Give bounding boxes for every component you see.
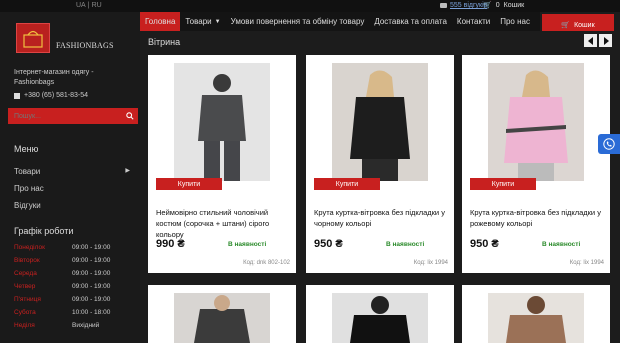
product-title[interactable]: Неймовірно стильний чоловічий костюм (со… [156, 207, 292, 240]
buy-button[interactable]: Купити [156, 178, 222, 190]
nav-label: Контакти [456, 17, 491, 26]
chevron-right-icon: ▶ [125, 168, 130, 174]
product-image[interactable] [174, 63, 270, 181]
schedule-hours: 09:00 - 19:00 [72, 270, 111, 277]
schedule-day: Субота [14, 309, 36, 316]
schedule-row: Четвер 09:00 - 19:00 [14, 283, 134, 290]
sidebar-item-label: Про нас [14, 184, 44, 193]
schedule-hours: 09:00 - 19:00 [72, 296, 111, 303]
tagline: Інтернет-магазин одягу - Fashionbags [14, 69, 94, 86]
nav-label: Товари [185, 17, 212, 26]
next-arrow-icon[interactable] [599, 34, 612, 47]
schedule-row: Понеділок 09:00 - 19:00 [14, 244, 134, 251]
sidebar-item-about[interactable]: Про нас [14, 184, 130, 193]
cart-icon: 🛒 [561, 22, 571, 29]
product-card[interactable] [462, 285, 610, 343]
language-switcher: UA | RU [76, 2, 102, 9]
callback-phone-icon[interactable] [598, 134, 620, 154]
nav-label: Умови повернення та обміну товару [230, 17, 365, 26]
reviews-link[interactable]: 555 відгуків [450, 2, 487, 9]
nav-label: Доставка та оплата [374, 17, 447, 26]
product-title[interactable]: Крута куртка-вітровка без підкладки у чо… [314, 207, 450, 229]
cart-button-label: Кошик [574, 21, 595, 29]
search-bar [8, 108, 138, 124]
product-card[interactable] [148, 285, 296, 343]
sidebar-item-label: Товари [14, 167, 41, 176]
schedule-row: Вівторок 09:00 - 19:00 [14, 257, 134, 264]
product-code: Код: lix 1994 [569, 260, 604, 266]
sidebar-item-label: Відгуки [14, 201, 41, 210]
sidebar-item-products[interactable]: Товари ▶ [14, 167, 130, 176]
schedule-day: Четвер [14, 283, 36, 290]
buy-button[interactable]: Купити [470, 178, 536, 190]
product-price: 950 ₴ [314, 238, 343, 250]
schedule-day: Середа [14, 270, 37, 277]
nav-about[interactable]: Про нас [495, 12, 535, 31]
product-card[interactable]: Купити Неймовірно стильний чоловічий кос… [148, 55, 296, 273]
schedule-hours: 10:00 - 18:00 [72, 309, 111, 316]
section-title: Вітрина [148, 37, 181, 47]
carousel-arrows [584, 34, 612, 47]
product-title[interactable]: Крута куртка-вітровка без підкладки у ро… [470, 207, 606, 229]
sidebar [0, 12, 140, 343]
logo[interactable] [16, 23, 50, 53]
nav-delivery[interactable]: Доставка та оплата [369, 12, 452, 31]
schedule-day: П'ятниця [14, 296, 41, 303]
search-input[interactable] [8, 112, 122, 120]
logo-icon [23, 30, 43, 48]
product-image[interactable] [488, 63, 584, 181]
nav-label: Головна [145, 17, 176, 26]
lang-ua[interactable]: UA [76, 2, 86, 9]
phone-icon [14, 92, 20, 99]
logo-text: FASHIONBAGS [56, 41, 114, 50]
schedule-hours: 09:00 - 19:00 [72, 244, 111, 251]
availability-badge: В наявності [228, 241, 267, 248]
main-nav: Головна Товари ▼ Умови повернення та обмі… [140, 12, 540, 31]
chevron-down-icon: ▼ [214, 18, 221, 25]
product-card[interactable] [306, 285, 454, 343]
nav-label: Про нас [500, 17, 530, 26]
product-card[interactable]: Купити Крута куртка-вітровка без підклад… [306, 55, 454, 273]
nav-home[interactable]: Головна [140, 12, 181, 31]
sidebar-item-reviews[interactable]: Відгуки [14, 201, 130, 210]
availability-badge: В наявності [542, 241, 581, 248]
schedule-hours: 09:00 - 19:00 [72, 257, 111, 264]
product-code: Код: lix 1994 [413, 260, 448, 266]
top-cart-label: Кошик [503, 1, 525, 9]
schedule-row: Середа 09:00 - 19:00 [14, 270, 134, 277]
schedule-day: Неділя [14, 322, 35, 329]
top-cart-count: 0 [495, 1, 500, 9]
schedule-row: Субота 10:00 - 18:00 [14, 309, 134, 316]
availability-badge: В наявності [386, 241, 425, 248]
buy-button[interactable]: Купити [314, 178, 380, 190]
lang-ru[interactable]: RU [92, 2, 102, 9]
top-cart[interactable]: 🛒 0 Кошик [483, 1, 525, 10]
schedule-row: П'ятниця 09:00 - 19:00 [14, 296, 134, 303]
chat-icon [440, 3, 447, 8]
prev-arrow-icon[interactable] [584, 34, 597, 47]
menu-title: Меню [14, 144, 39, 154]
schedule-hours: Вихідний [72, 322, 100, 329]
schedule-title: Графік роботи [14, 226, 74, 236]
schedule-row: Неділя Вихідний [14, 322, 134, 329]
nav-contacts[interactable]: Контакти [452, 12, 495, 31]
product-image[interactable] [174, 293, 270, 343]
product-price: 950 ₴ [470, 238, 499, 250]
product-image[interactable] [332, 293, 428, 343]
product-image[interactable] [332, 63, 428, 181]
product-image[interactable] [488, 293, 584, 343]
reviews-block: 555 відгуків [440, 2, 487, 9]
phone-number[interactable]: +380 (65) 581-83-54 [24, 92, 88, 99]
phone-block: +380 (65) 581-83-54 [14, 92, 88, 99]
cart-icon: 🛒 [483, 2, 492, 9]
nav-returns[interactable]: Умови повернення та обміну товару [226, 12, 370, 31]
search-icon[interactable] [122, 108, 138, 124]
product-price: 990 ₴ [156, 238, 185, 250]
product-card[interactable]: Купити Крута куртка-вітровка без підклад… [462, 55, 610, 273]
schedule-day: Вівторок [14, 257, 40, 264]
nav-products[interactable]: Товари ▼ [180, 12, 225, 31]
schedule-hours: 09:00 - 19:00 [72, 283, 111, 290]
schedule-day: Понеділок [14, 244, 45, 251]
product-code: Код: dnk 802-102 [243, 260, 290, 266]
